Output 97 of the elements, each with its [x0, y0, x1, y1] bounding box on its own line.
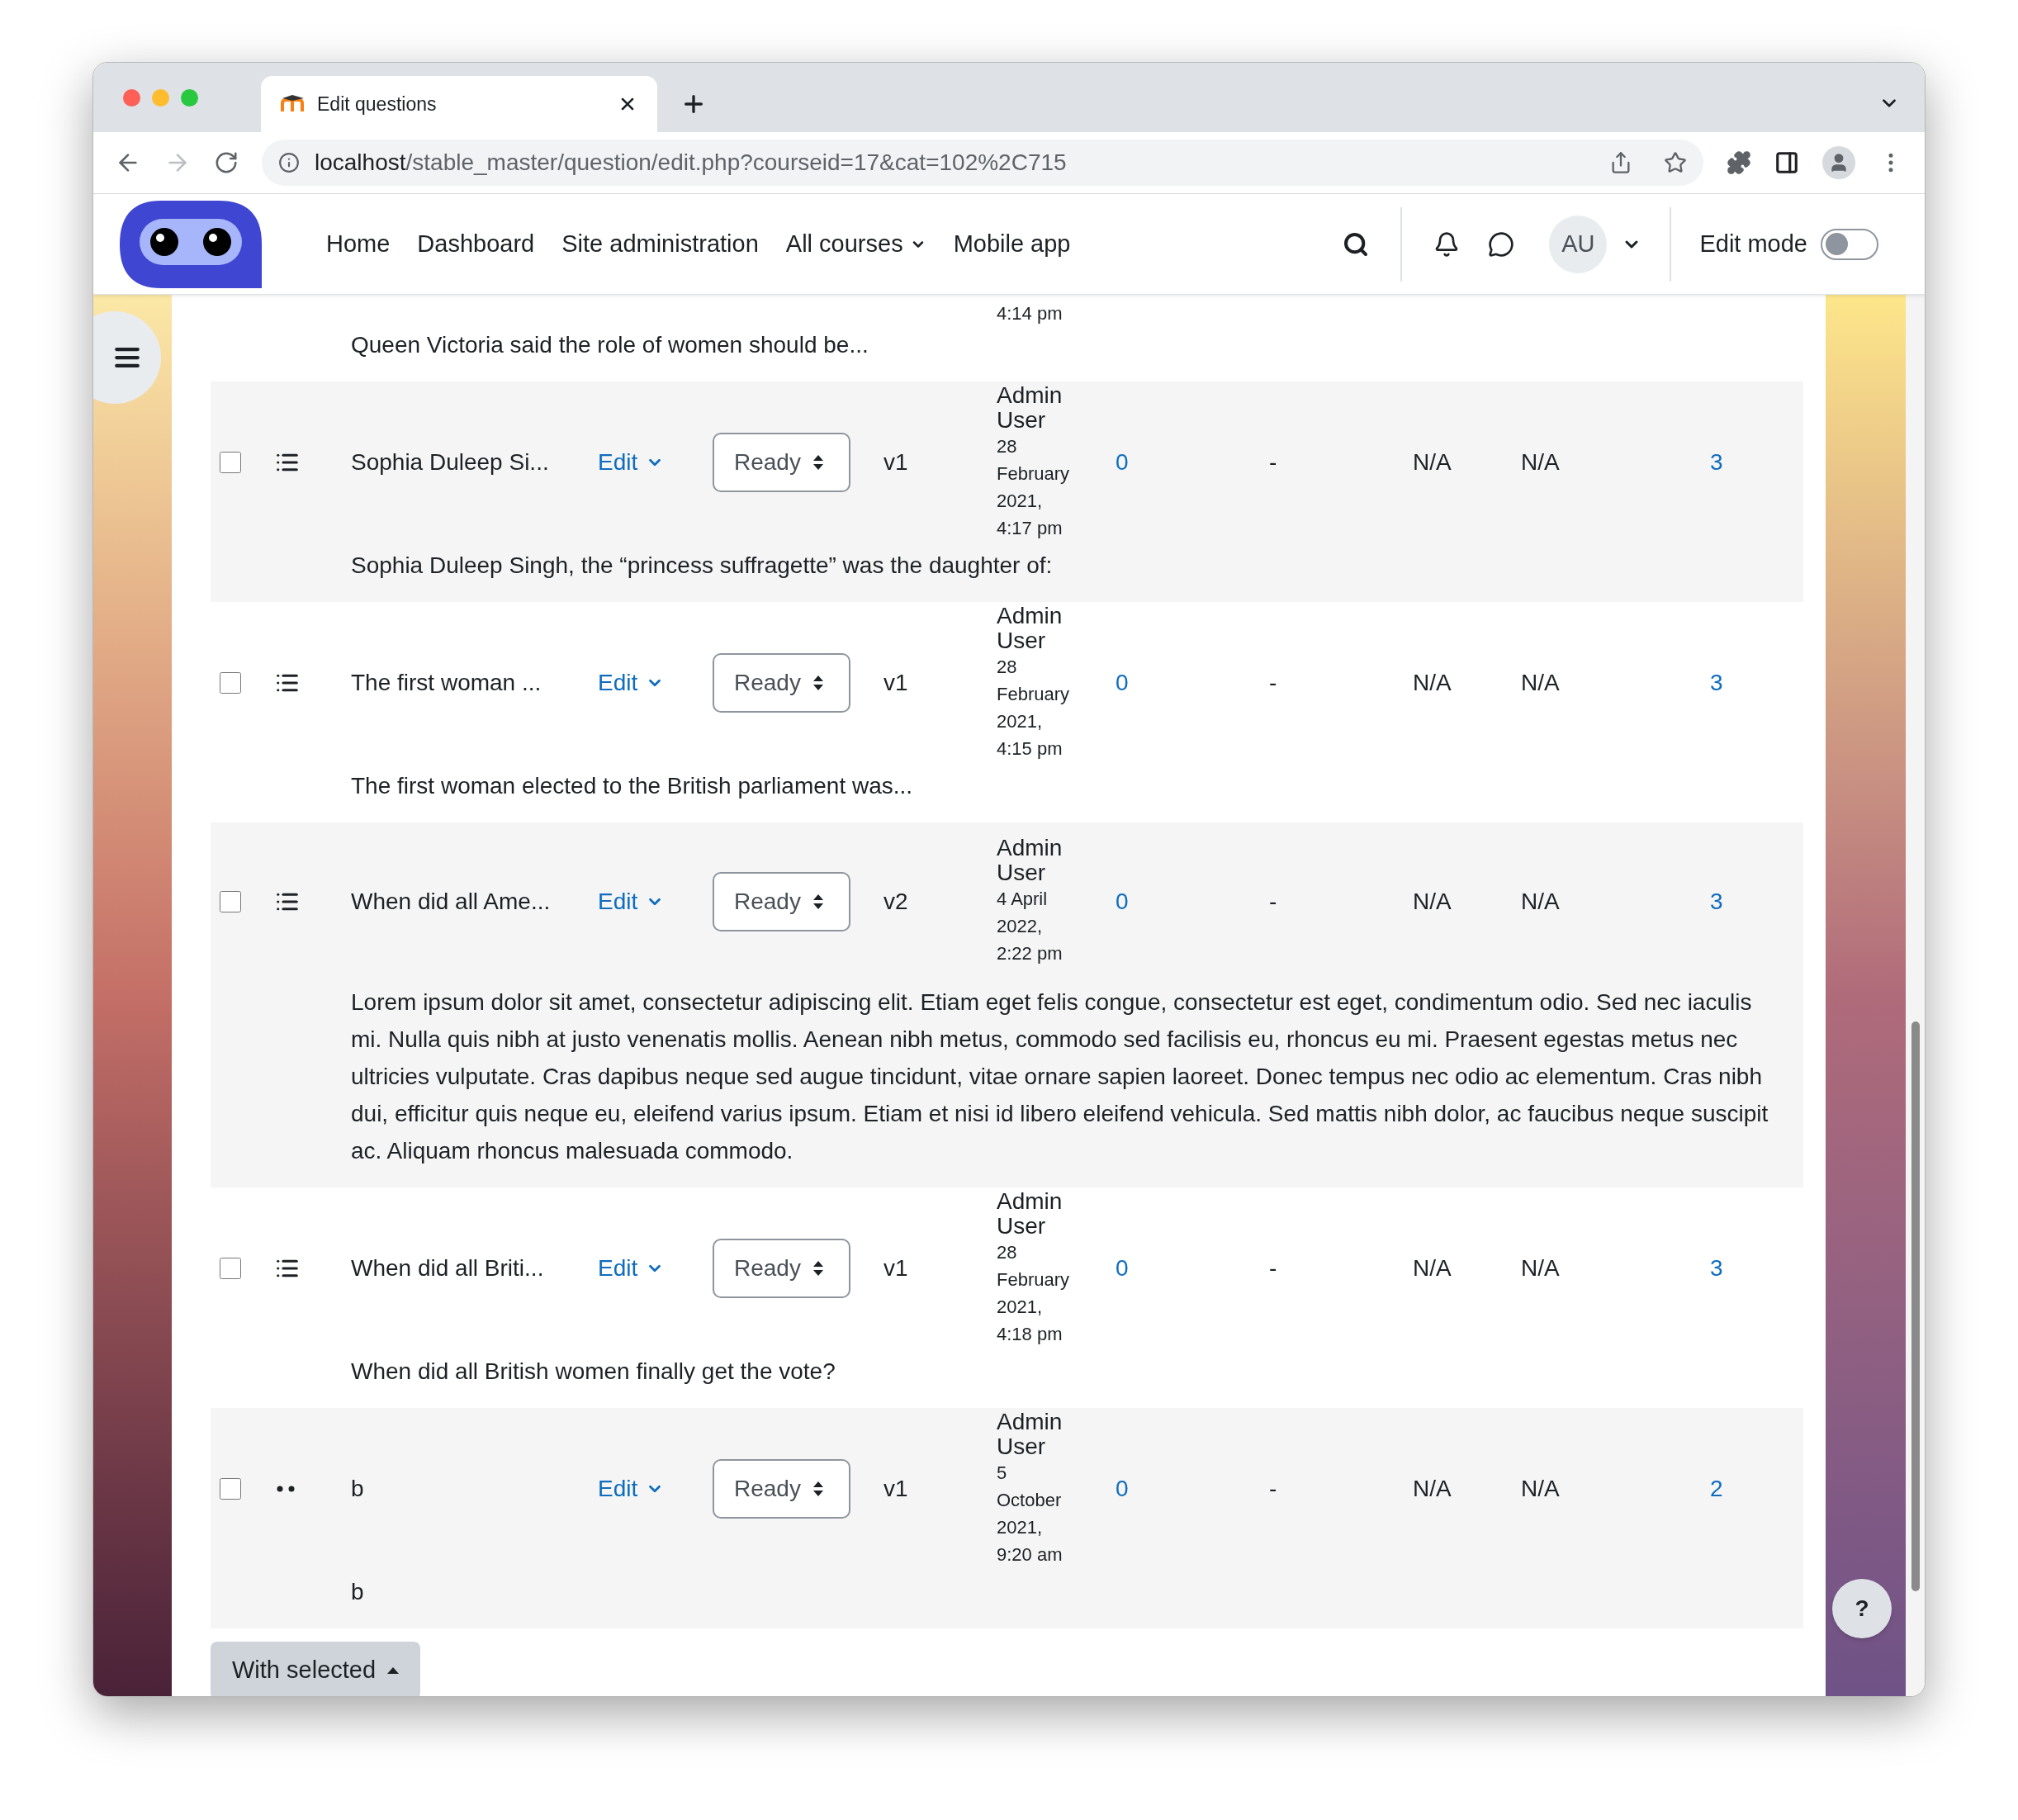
tab-title: Edit questions [317, 92, 438, 116]
bookmark-star-icon[interactable] [1664, 151, 1687, 174]
row-checkbox[interactable] [220, 1478, 241, 1500]
usage-link[interactable]: 0 [1116, 884, 1129, 919]
edit-menu-link[interactable]: Edit [598, 666, 665, 700]
discrimination-text: N/A [1521, 887, 1561, 916]
facility-text: N/A [1413, 669, 1452, 697]
extensions-icon[interactable] [1727, 150, 1751, 175]
created-date: 5 October 2021, 9:20 am [997, 1462, 1063, 1566]
created-date: 4 April 2022, 2:22 pm [997, 888, 1063, 965]
version-text: v1 [883, 1254, 909, 1282]
version-text: v1 [883, 1475, 909, 1503]
dash-text: - [1269, 669, 1278, 697]
author-name: Admin User [997, 1410, 1063, 1459]
comments-link[interactable]: 3 [1710, 445, 1723, 480]
version-text: v1 [883, 669, 909, 697]
question-description: The first woman elected to the British parliament was... [350, 772, 914, 800]
usage-link[interactable]: 0 [1116, 1251, 1129, 1286]
dash-text: - [1269, 1254, 1278, 1282]
edit-menu-link[interactable]: Edit [598, 884, 665, 919]
discrimination-text: N/A [1521, 1254, 1561, 1282]
messages-icon[interactable] [1488, 230, 1515, 258]
nav-link[interactable]: Dashboard [417, 225, 535, 263]
comments-link[interactable]: 3 [1710, 1251, 1723, 1286]
caret-up-icon [387, 1667, 400, 1674]
graduation-cap-icon [281, 95, 306, 113]
robot-logo[interactable] [120, 200, 262, 288]
question-name: b [351, 1475, 365, 1503]
dash-text: - [1269, 887, 1278, 916]
question-name: The first woman ... [351, 669, 542, 697]
scrollbar[interactable] [1906, 295, 1925, 1696]
status-select[interactable]: Ready [713, 1459, 850, 1519]
reload-icon[interactable] [214, 150, 239, 175]
side-panel-icon[interactable] [1774, 150, 1799, 175]
nav-link[interactable]: Mobile app [953, 225, 1071, 263]
author-name: Admin User [997, 1189, 1063, 1239]
created-date: 28 February 2021, 4:15 pm [997, 656, 1071, 761]
facility-text: N/A [1413, 1254, 1452, 1282]
row-checkbox[interactable] [220, 890, 241, 912]
author-name: Admin User [997, 383, 1063, 433]
usage-link[interactable]: 0 [1116, 445, 1129, 480]
facility-text: N/A [1413, 887, 1452, 916]
author-name: Admin User [997, 604, 1063, 653]
comments-link[interactable]: 3 [1710, 884, 1723, 919]
row-checkbox[interactable] [220, 672, 241, 694]
version-text: v1 [883, 448, 909, 476]
with-selected-button[interactable]: With selected [211, 1642, 421, 1696]
address-field[interactable]: localhost/stable_master/question/edit.php?courseid=17&cat=102%2C715 [262, 140, 1703, 186]
status-select[interactable]: Ready [713, 433, 850, 492]
author-name: Admin User [997, 836, 1063, 885]
info-icon [278, 152, 300, 173]
version-text: v2 [883, 887, 909, 916]
question-name: Sophia Duleep Si... [351, 448, 550, 476]
up-down-caret-icon [812, 454, 824, 471]
row-checkbox[interactable] [220, 452, 241, 473]
status-select[interactable]: Ready [713, 871, 850, 931]
edit-menu-link[interactable]: Edit [598, 1251, 665, 1286]
question-description: Sophia Duleep Singh, the “princess suffragette” was the daughter of: [350, 552, 1054, 580]
nav-link[interactable]: All courses [785, 225, 926, 263]
usage-link[interactable]: 0 [1116, 1472, 1129, 1506]
question-name: When did all Ame... [351, 887, 552, 916]
row-checkbox[interactable] [220, 1258, 241, 1279]
status-select[interactable]: Ready [713, 1239, 850, 1298]
created-date: 28 February 2021, 4:18 pm [997, 1241, 1071, 1346]
usage-link[interactable]: 0 [1116, 666, 1129, 700]
question-description: Queen Victoria said the role of women should be... [351, 331, 869, 359]
up-down-caret-icon [812, 675, 824, 691]
dash-text: - [1269, 448, 1278, 476]
question-description: When did all British women finally get the vote? [350, 1358, 836, 1386]
question-description: b [350, 1578, 365, 1606]
discrimination-text: N/A [1521, 669, 1561, 697]
comments-link[interactable]: 2 [1710, 1472, 1723, 1506]
created-date: 28 February 2021, 4:17 pm [997, 435, 1071, 540]
up-down-caret-icon [812, 1260, 824, 1277]
edit-menu-link[interactable]: Edit [598, 1472, 665, 1506]
profile-avatar[interactable] [1822, 146, 1855, 179]
up-down-caret-icon [812, 1481, 824, 1497]
dash-text: - [1269, 1475, 1278, 1503]
facility-text: N/A [1413, 1475, 1452, 1503]
edit-menu-link[interactable]: Edit [598, 445, 665, 480]
search-icon[interactable] [1343, 230, 1370, 258]
user-avatar[interactable]: AU [1549, 215, 1608, 273]
nav-link[interactable]: Site administration [561, 225, 759, 263]
edit-mode-label: Edit mode [1699, 229, 1807, 258]
created-date: 4:14 pm [996, 302, 1063, 325]
discrimination-text: N/A [1521, 1475, 1561, 1503]
comments-link[interactable]: 3 [1710, 666, 1723, 700]
edit-mode-switch[interactable] [1821, 228, 1878, 260]
status-select[interactable]: Ready [713, 653, 850, 713]
discrimination-text: N/A [1521, 448, 1561, 476]
question-name: When did all Briti... [351, 1254, 545, 1282]
question-description: Lorem ipsum dolor sit amet, consectetur adipiscing elit. Etiam eget felis congue, consectetur est eget, condimentum odio. Sed nec iaculis mi. Nulla quis nibh at justo venenatis mollis. Aenean nibh metus, commodo sed facilisis eu, rhoncus eu mi. Praesent egestas metus nec ultricies vulputate. Cras dapibus neque sed augue tincidunt, vitae ornare sapien laoreet. Donec tempus nec odio ac elementum. Cras nibh dui, efficitur quis neque eu, eleifend varius ipsum. Etiam et nisi id libero eleifend vehicula. Sed mattis nibh dolor, ac faucibus neque suscipit ac. Aliquam rhoncus malesuada commodo. [350, 988, 1769, 1165]
up-down-caret-icon [812, 893, 824, 910]
facility-text: N/A [1413, 448, 1452, 476]
url-text: localhost/stable_master/question/edit.php?courseid=17&cat=102%2C715 [315, 149, 1068, 177]
nav-link[interactable]: Home [326, 225, 391, 263]
browser-tab[interactable]: Edit questions [261, 76, 657, 132]
